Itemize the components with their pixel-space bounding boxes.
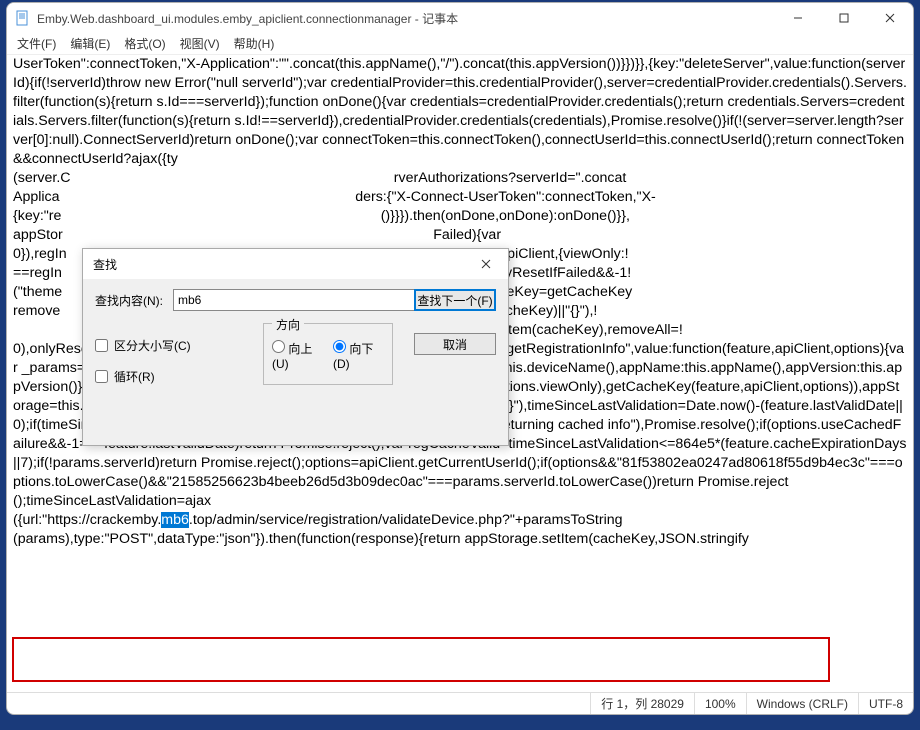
minimize-button[interactable] (775, 3, 821, 33)
status-position: 行 1，列 28029 (591, 693, 695, 714)
menu-edit[interactable]: 编辑(E) (70, 35, 110, 52)
notepad-window: Emby.Web.dashboard_ui.modules.emby_apicl… (6, 2, 914, 715)
status-spacer (7, 693, 591, 714)
menu-file[interactable]: 文件(F) (17, 35, 56, 52)
find-dialog: 查找 查找内容(N): 查找下一个(F) 取消 区分大小写(C) 循环(R) (82, 248, 509, 446)
wrap-checkbox[interactable]: 循环(R) (95, 368, 191, 385)
wrap-input[interactable] (95, 370, 108, 383)
direction-up-radio[interactable]: 向上(U) (272, 340, 323, 371)
text-editor-area[interactable]: UserToken":connectToken,"X-Application":… (7, 55, 913, 692)
close-icon (481, 259, 491, 269)
menu-view[interactable]: 视图(V) (180, 35, 220, 52)
direction-group: 方向 向上(U) 向下(D) (263, 323, 393, 385)
menubar: 文件(F) 编辑(E) 格式(O) 视图(V) 帮助(H) (7, 33, 913, 55)
window-title: Emby.Web.dashboard_ui.modules.emby_apicl… (37, 10, 775, 27)
maximize-button[interactable] (821, 3, 867, 33)
dialog-titlebar[interactable]: 查找 (83, 249, 508, 279)
selected-text: mb6 (161, 512, 189, 528)
menu-help[interactable]: 帮助(H) (234, 35, 275, 52)
match-case-input[interactable] (95, 339, 108, 352)
dialog-close-button[interactable] (464, 249, 508, 279)
highlight-rectangle (12, 637, 830, 682)
app-icon (15, 10, 31, 26)
dialog-title: 查找 (93, 256, 464, 273)
cancel-button[interactable]: 取消 (414, 333, 496, 355)
close-button[interactable] (867, 3, 913, 33)
direction-label: 方向 (272, 316, 304, 333)
status-zoom: 100% (695, 693, 747, 714)
find-next-button[interactable]: 查找下一个(F) (414, 289, 496, 311)
status-eol: Windows (CRLF) (747, 693, 859, 714)
direction-down-radio[interactable]: 向下(D) (333, 340, 384, 371)
status-encoding: UTF-8 (859, 693, 913, 714)
titlebar: Emby.Web.dashboard_ui.modules.emby_apicl… (7, 3, 913, 33)
caption-buttons (775, 3, 913, 33)
find-label: 查找内容(N): (95, 292, 173, 309)
match-case-checkbox[interactable]: 区分大小写(C) (95, 337, 191, 354)
statusbar: 行 1，列 28029 100% Windows (CRLF) UTF-8 (7, 692, 913, 714)
menu-format[interactable]: 格式(O) (124, 35, 165, 52)
